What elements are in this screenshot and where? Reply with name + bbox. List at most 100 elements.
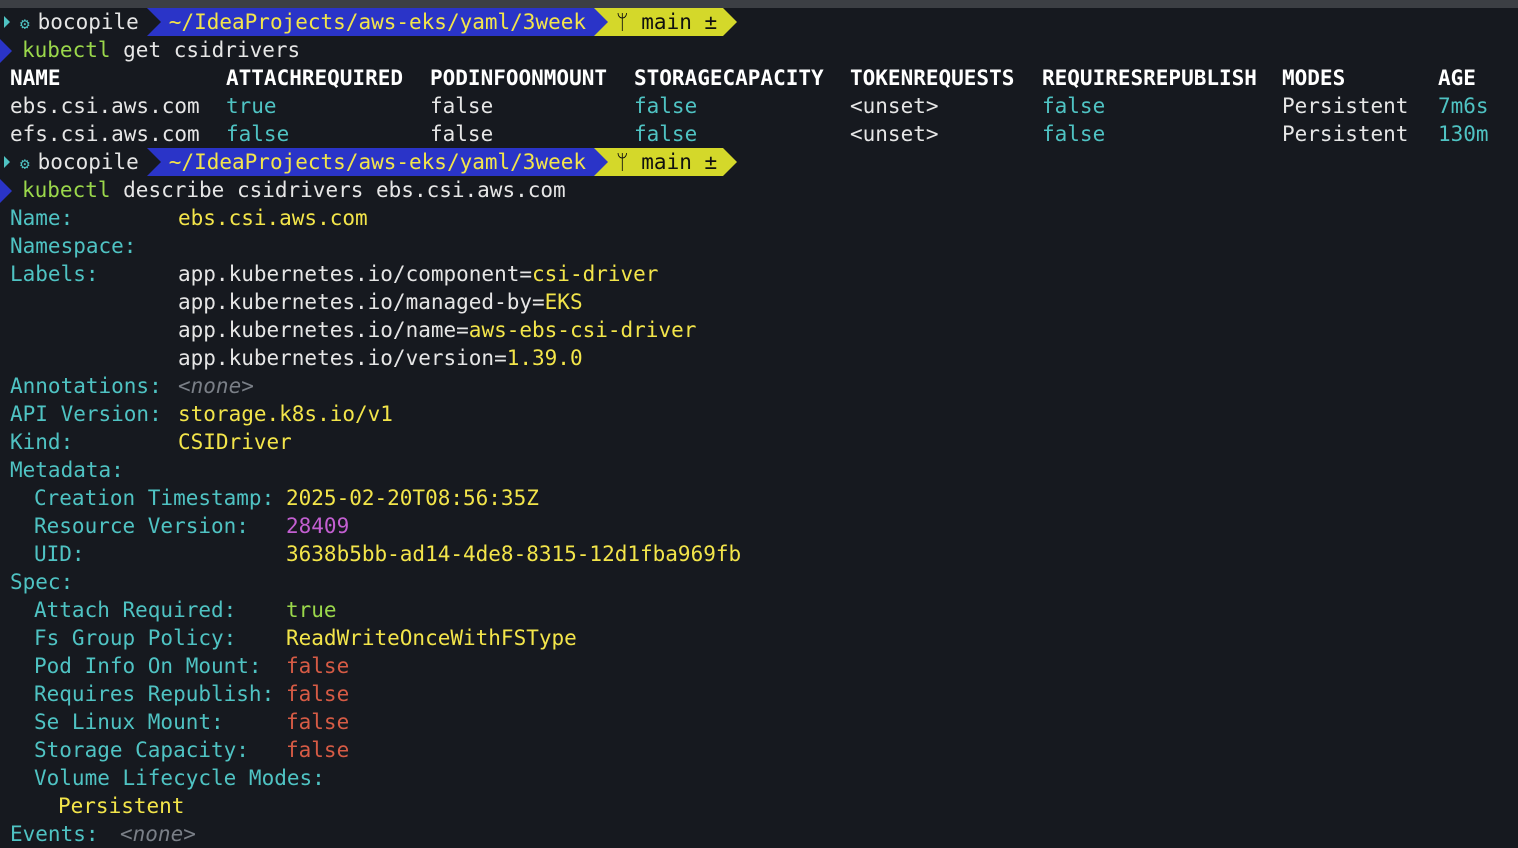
label-value: csi-driver xyxy=(532,262,659,286)
prompt-user: bocopile xyxy=(37,10,139,34)
describe-annotations: Annotations: <none> xyxy=(10,372,1518,400)
prompt-user-segment: ⚙ bocopile xyxy=(16,148,161,176)
table-cell: 7m6s xyxy=(1438,94,1489,118)
describe-spec: Spec: xyxy=(10,568,1518,596)
prompt-user: bocopile xyxy=(37,150,139,174)
table-row: efs.csi.aws.com false false false <unset… xyxy=(10,120,1518,148)
describe-lifecycle-value: Persistent xyxy=(10,792,1518,820)
field-label: UID: xyxy=(34,542,85,566)
command-line: kubectl describe csidrivers ebs.csi.aws.… xyxy=(0,176,1518,204)
field-label: Volume Lifecycle Modes: xyxy=(34,766,325,790)
prompt-caret-icon xyxy=(4,16,10,28)
describe-storage-capacity: Storage Capacity: false xyxy=(10,736,1518,764)
field-value: 28409 xyxy=(286,514,350,538)
label-key: app.kubernetes.io/component= xyxy=(178,262,533,286)
git-branch-icon: ᛘ xyxy=(616,150,642,174)
field-label: Spec: xyxy=(10,570,74,594)
label-value: 1.39.0 xyxy=(506,346,583,370)
field-label: Namespace: xyxy=(10,234,137,258)
table-cell: false xyxy=(1042,94,1106,118)
command-tool: kubectl xyxy=(22,38,111,62)
describe-label-line: app.kubernetes.io/managed-by=EKS xyxy=(10,288,1518,316)
label-entry: app.kubernetes.io/name=aws-ebs-csi-drive… xyxy=(178,316,696,344)
field-value: 3638b5bb-ad14-4de8-8315-12d1fba969fb xyxy=(286,542,742,566)
field-value: <none> xyxy=(120,822,196,846)
describe-uid: UID: 3638b5bb-ad14-4de8-8315-12d1fba969fb xyxy=(10,540,1518,568)
field-value: false xyxy=(286,710,350,734)
field-value: false xyxy=(286,682,350,706)
field-value: false xyxy=(286,654,350,678)
table-row: ebs.csi.aws.com true false false <unset>… xyxy=(10,92,1518,120)
field-value: true xyxy=(286,598,337,622)
prompt-path-segment: ~/IdeaProjects/aws-eks/yaml/3week xyxy=(146,148,609,176)
label-entry: app.kubernetes.io/managed-by=EKS xyxy=(178,288,583,316)
prompt-path-segment: ~/IdeaProjects/aws-eks/yaml/3week xyxy=(146,8,609,36)
table-header: NAME ATTACHREQUIRED PODINFOONMOUNT STORA… xyxy=(10,64,1518,92)
prompt-git-segment: ᛘ main ± xyxy=(594,8,738,36)
describe-label-line: app.kubernetes.io/version=1.39.0 xyxy=(10,344,1518,372)
field-value: ebs.csi.aws.com xyxy=(178,206,368,230)
command-args: get csidrivers xyxy=(110,38,301,62)
git-branch-icon: ᛘ xyxy=(616,10,642,34)
table-cell: ebs.csi.aws.com xyxy=(10,94,200,118)
field-label: Labels: xyxy=(10,262,99,286)
field-label: Metadata: xyxy=(10,458,124,482)
field-label: API Version: xyxy=(10,402,162,426)
field-value: storage.k8s.io/v1 xyxy=(178,402,393,426)
describe-metadata: Metadata: xyxy=(10,456,1518,484)
describe-api-version: API Version: storage.k8s.io/v1 xyxy=(10,400,1518,428)
describe-kind: Kind: CSIDriver xyxy=(10,428,1518,456)
terminal-output: ⚙ bocopile ~/IdeaProjects/aws-eks/yaml/3w… xyxy=(0,8,1518,848)
table-cell: false xyxy=(430,122,494,146)
shell-prompt: ⚙ bocopile ~/IdeaProjects/aws-eks/yaml/3w… xyxy=(0,148,1518,176)
describe-resource-version: Resource Version: 28409 xyxy=(10,512,1518,540)
field-value: <none> xyxy=(178,374,254,398)
shell-prompt: ⚙ bocopile ~/IdeaProjects/aws-eks/yaml/3w… xyxy=(0,8,1518,36)
prompt-branch: main ± xyxy=(641,10,718,34)
table-cell: false xyxy=(430,94,494,118)
describe-events: Events: <none> xyxy=(10,820,1518,848)
prompt-path: ~/IdeaProjects/aws-eks/yaml/3week xyxy=(168,10,587,34)
field-label: Pod Info On Mount: xyxy=(34,654,262,678)
table-cell: false xyxy=(1042,122,1106,146)
describe-pod-info-on-mount: Pod Info On Mount: false xyxy=(10,652,1518,680)
table-cell: true xyxy=(226,94,277,118)
field-label: Requires Republish: xyxy=(34,682,275,706)
table-cell: <unset> xyxy=(850,122,939,146)
window-top-bar xyxy=(0,0,1518,8)
column-header: REQUIRESREPUBLISH xyxy=(1042,66,1257,90)
label-value: aws-ebs-csi-driver xyxy=(468,318,697,342)
field-label: Resource Version: xyxy=(34,514,249,538)
field-label: Attach Required: xyxy=(34,598,237,622)
describe-name: Name: ebs.csi.aws.com xyxy=(10,204,1518,232)
prompt-path: ~/IdeaProjects/aws-eks/yaml/3week xyxy=(168,150,587,174)
prompt-git-segment: ᛘ main ± xyxy=(594,148,738,176)
column-header: TOKENREQUESTS xyxy=(850,66,1015,90)
field-label: Storage Capacity: xyxy=(34,738,249,762)
label-entry: app.kubernetes.io/version=1.39.0 xyxy=(178,344,583,372)
field-label: Events: xyxy=(10,822,99,846)
command-args: describe csidrivers ebs.csi.aws.com xyxy=(110,178,566,202)
describe-se-linux-mount: Se Linux Mount: false xyxy=(10,708,1518,736)
prompt-user-segment: ⚙ bocopile xyxy=(16,8,161,36)
table-cell: Persistent xyxy=(1282,122,1409,146)
command-line: kubectl get csidrivers xyxy=(0,36,1518,64)
table-cell: Persistent xyxy=(1282,94,1409,118)
field-label: Creation Timestamp: xyxy=(34,486,275,510)
describe-volume-lifecycle-modes: Volume Lifecycle Modes: xyxy=(10,764,1518,792)
gear-icon: ⚙ xyxy=(20,154,30,173)
table-cell: false xyxy=(634,122,698,146)
command-tool: kubectl xyxy=(22,178,111,202)
table-cell: 130m xyxy=(1438,122,1489,146)
field-value: Persistent xyxy=(58,794,185,818)
table-cell: <unset> xyxy=(850,94,939,118)
describe-fs-group-policy: Fs Group Policy: ReadWriteOnceWithFSType xyxy=(10,624,1518,652)
field-value: ReadWriteOnceWithFSType xyxy=(286,626,577,650)
field-label: Annotations: xyxy=(10,374,162,398)
gear-icon: ⚙ xyxy=(20,14,30,33)
column-header: NAME xyxy=(10,66,61,90)
column-header: PODINFOONMOUNT xyxy=(430,66,608,90)
prompt-branch: main ± xyxy=(641,150,718,174)
describe-namespace: Namespace: xyxy=(10,232,1518,260)
command-arrow-icon xyxy=(0,179,12,203)
